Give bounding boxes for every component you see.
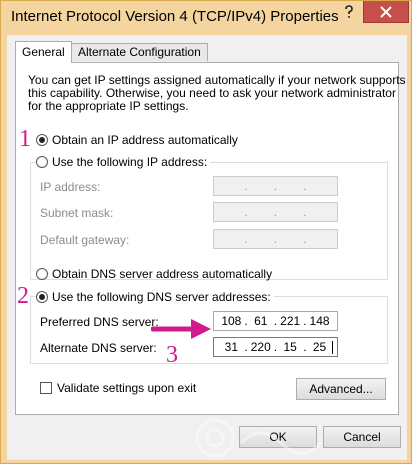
advanced-button[interactable]: Advanced... xyxy=(296,378,386,400)
validate-label: Validate settings upon exit xyxy=(57,381,197,395)
ip-auto-radio[interactable] xyxy=(36,134,48,146)
default-gateway-label: Default gateway: xyxy=(40,233,130,247)
ip-manual-option[interactable]: Use the following IP address: xyxy=(36,155,211,169)
ip-auto-option[interactable]: Obtain an IP address automatically xyxy=(36,133,238,147)
ip-manual-label: Use the following IP address: xyxy=(52,155,208,169)
ok-button[interactable]: OK xyxy=(239,426,317,448)
dns-manual-option[interactable]: Use the following DNS server addresses: xyxy=(36,290,274,304)
dns-auto-label: Obtain DNS server address automatically xyxy=(52,267,273,281)
dialog-body: General Alternate Configuration You can … xyxy=(7,35,407,460)
ip-address-label: IP address: xyxy=(40,180,101,194)
alternate-dns-input[interactable]: 31. 220. 15. 25 xyxy=(213,337,338,357)
text-cursor xyxy=(332,341,333,354)
step-1-marker: 1 xyxy=(19,126,31,152)
help-icon xyxy=(345,5,353,18)
dns-auto-radio[interactable] xyxy=(36,268,48,280)
pointer-arrow-icon xyxy=(151,319,211,339)
title-bar[interactable]: Internet Protocol Version 4 (TCP/IPv4) P… xyxy=(1,1,412,35)
step-2-marker: 2 xyxy=(17,283,29,309)
tab-alternate-configuration[interactable]: Alternate Configuration xyxy=(71,43,208,61)
ip-address-input[interactable]: . . . xyxy=(213,176,338,196)
description-line: for the appropriate IP settings. xyxy=(28,99,189,113)
validate-option[interactable]: Validate settings upon exit xyxy=(40,381,196,395)
default-gateway-input[interactable]: . . . xyxy=(213,229,338,249)
step-3-marker: 3 xyxy=(166,342,178,368)
subnet-mask-input[interactable]: . . . xyxy=(213,202,338,222)
ip-manual-radio[interactable] xyxy=(36,156,48,168)
dns-manual-label: Use the following DNS server addresses: xyxy=(52,290,271,304)
description-text: You can get IP settings assigned automat… xyxy=(28,74,406,113)
ip-auto-label: Obtain an IP address automatically xyxy=(52,133,238,147)
general-panel: You can get IP settings assigned automat… xyxy=(15,62,406,415)
window-title: Internet Protocol Version 4 (TCP/IPv4) P… xyxy=(11,8,339,25)
alternate-dns-label: Alternate DNS server: xyxy=(40,341,157,355)
validate-checkbox[interactable] xyxy=(40,382,52,394)
close-icon xyxy=(380,5,392,18)
dialog-window: Internet Protocol Version 4 (TCP/IPv4) P… xyxy=(0,0,412,464)
preferred-dns-input[interactable]: 108. 61. 221. 148 xyxy=(213,311,338,331)
subnet-mask-label: Subnet mask: xyxy=(40,206,114,220)
preferred-dns-label: Preferred DNS server: xyxy=(40,315,159,329)
close-button[interactable] xyxy=(363,1,409,23)
dns-auto-option[interactable]: Obtain DNS server address automatically xyxy=(36,267,272,281)
help-button[interactable] xyxy=(336,1,362,23)
dns-manual-radio[interactable] xyxy=(36,291,48,303)
cancel-button[interactable]: Cancel xyxy=(323,426,401,448)
tab-general[interactable]: General xyxy=(15,41,72,63)
